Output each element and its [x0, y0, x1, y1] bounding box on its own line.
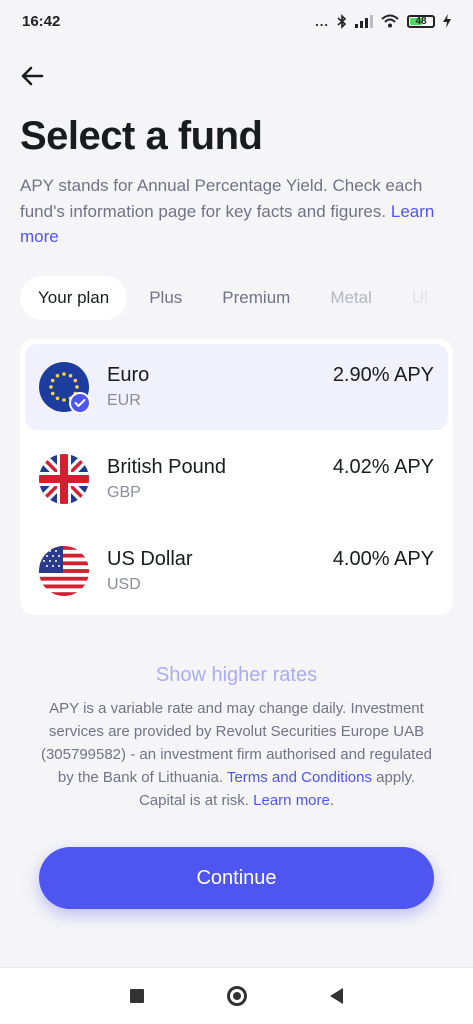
tab-premium[interactable]: Premium — [204, 276, 308, 320]
fund-row-british-pound[interactable]: British Pound GBP 4.02% APY — [25, 436, 448, 522]
system-back-button[interactable] — [287, 968, 387, 1024]
signal-icon — [355, 14, 373, 28]
uk-flag-icon — [39, 454, 89, 504]
fund-row-us-dollar[interactable]: US Dollar USD 4.00% APY — [25, 528, 448, 614]
bluetooth-icon — [337, 13, 347, 29]
disclaimer-learn-more-link[interactable]: Learn more — [253, 792, 330, 809]
fund-apy: 2.90% APY — [332, 364, 434, 386]
fund-row-euro[interactable]: Euro EUR 2.90% APY — [25, 344, 448, 430]
tab-metal[interactable]: Metal — [312, 276, 390, 320]
fund-name: British Pound — [107, 456, 226, 478]
terms-and-conditions-link[interactable]: Terms and Conditions — [227, 769, 372, 786]
square-icon — [129, 989, 144, 1003]
circle-icon — [226, 986, 247, 1006]
tab-ultra[interactable]: Ul — [394, 276, 446, 320]
battery-icon: 48 — [407, 14, 435, 28]
triangle-back-icon — [330, 988, 343, 1004]
description-text: APY stands for Annual Percentage Yield. … — [20, 176, 423, 221]
fund-text: US Dollar USD — [107, 546, 333, 596]
page-title: Select a fund — [20, 114, 263, 158]
fund-apy: 4.00% APY — [332, 548, 434, 570]
us-flag-icon — [39, 546, 89, 596]
fund-code: EUR — [107, 392, 141, 409]
arrow-left-icon — [21, 66, 44, 86]
status-bar: 16:42 ... 48 — [0, 0, 473, 42]
fund-code: GBP — [107, 484, 141, 501]
fund-name: US Dollar — [107, 548, 193, 570]
tab-your-plan[interactable]: Your plan — [20, 276, 128, 320]
page-description: APY stands for Annual Percentage Yield. … — [20, 173, 440, 250]
tab-plus[interactable]: Plus — [131, 276, 200, 320]
wifi-icon — [381, 14, 399, 28]
fund-code: USD — [107, 576, 141, 593]
disclaimer-period: . — [329, 792, 335, 809]
status-icons: ... 48 — [315, 14, 451, 29]
continue-button[interactable]: Continue — [39, 847, 434, 909]
fund-flag-wrapper — [39, 362, 91, 414]
disclaimer: APY is a variable rate and may change da… — [36, 697, 437, 812]
notification-dots-icon: ... — [315, 13, 329, 29]
charging-icon — [443, 14, 451, 28]
show-higher-rates-link[interactable]: Show higher rates — [0, 664, 473, 687]
fund-apy: 4.02% APY — [332, 456, 434, 478]
status-time: 16:42 — [22, 12, 61, 30]
fund-name: Euro — [107, 364, 150, 386]
plan-tabs: Your plan Plus Premium Metal Ul — [20, 276, 453, 320]
home-button[interactable] — [187, 968, 287, 1024]
fund-list: Euro EUR 2.90% APY British Pound GBP 4.0… — [20, 339, 453, 615]
back-button[interactable] — [16, 60, 48, 92]
fund-text: British Pound GBP — [107, 454, 333, 504]
fund-text: Euro EUR — [107, 362, 333, 412]
selected-check-icon — [69, 392, 91, 414]
system-nav-bar — [0, 967, 473, 1024]
recents-button[interactable] — [87, 968, 187, 1024]
